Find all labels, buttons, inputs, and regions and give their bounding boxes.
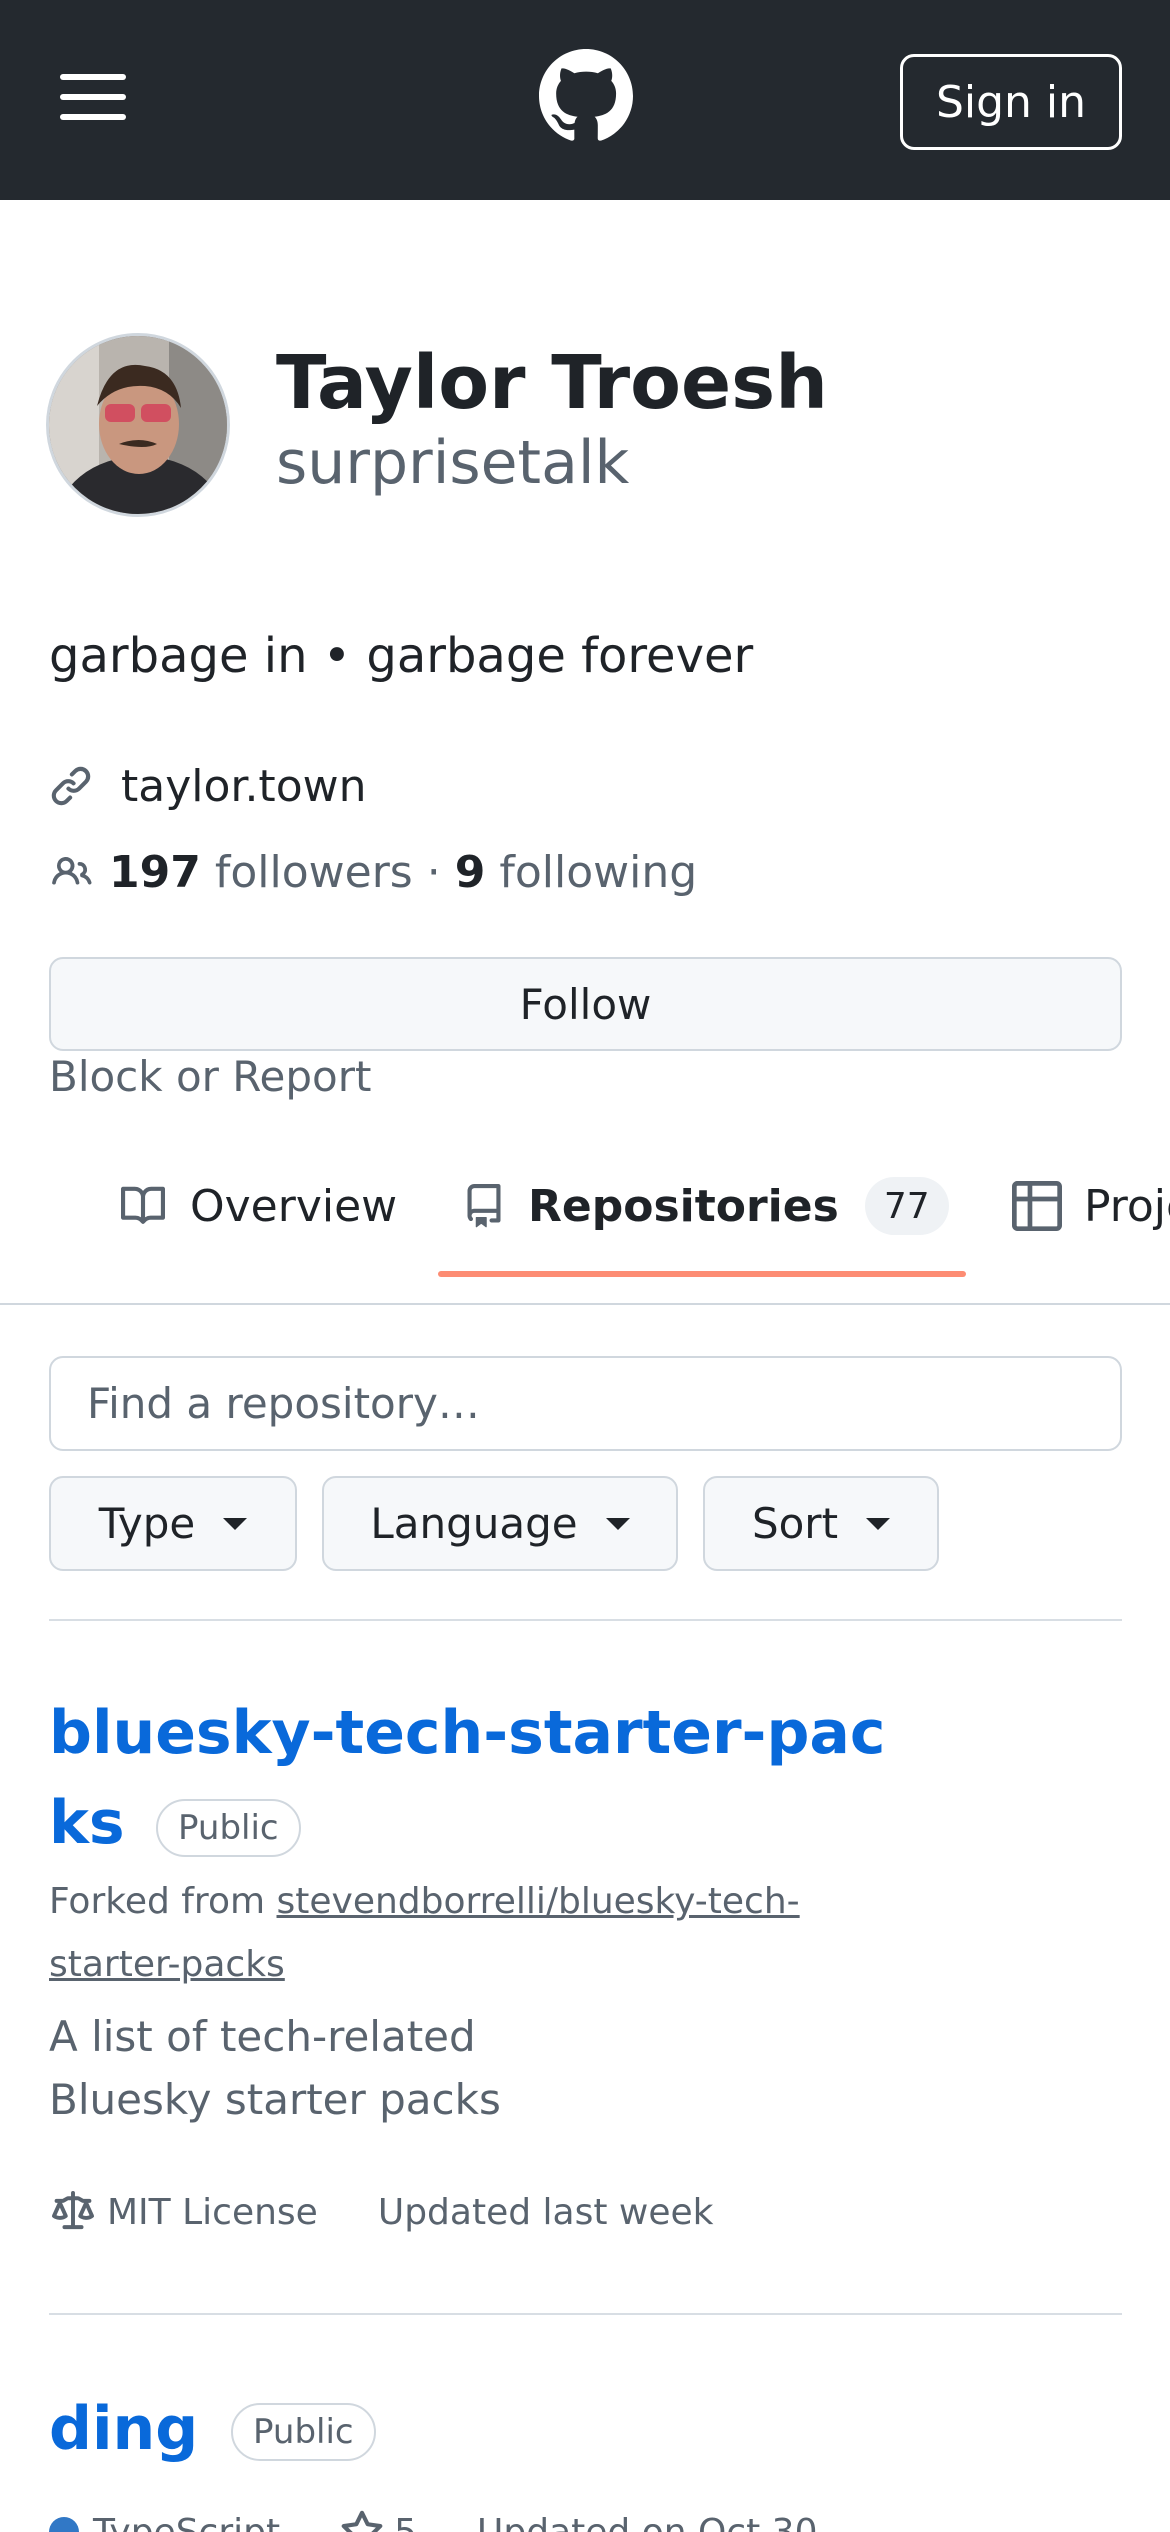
tab-projects[interactable]: Projects [1012, 1156, 1170, 1256]
repo-description: A list of tech-related [49, 2012, 476, 2061]
tab-repositories[interactable]: Repositories 77 [462, 1156, 949, 1256]
language-filter-dropdown[interactable]: Language [322, 1476, 678, 1571]
repo-meta: MIT License Updated last week [49, 2182, 713, 2242]
followers-label[interactable]: followers [215, 847, 413, 898]
caret-down-icon [223, 1517, 248, 1530]
selected-tab-indicator [438, 1271, 966, 1277]
table-icon [1012, 1181, 1062, 1231]
repo-meta: TypeScript 5 Updated on Oct 30 [49, 2502, 817, 2532]
block-or-report-link[interactable]: Block or Report [49, 1052, 372, 1101]
profile-name: Taylor Troesh [276, 340, 828, 426]
repo-name-link[interactable]: bluesky-tech-starter-pac [49, 1698, 885, 1768]
type-filter-dropdown[interactable]: Type [49, 1476, 297, 1571]
followers-count[interactable]: 197 [109, 847, 201, 898]
language-label: TypeScript [93, 2511, 281, 2532]
repo-name-link-continued[interactable]: ks [49, 1788, 125, 1858]
tab-projects-label: Projects [1084, 1180, 1170, 1232]
hamburger-menu-icon[interactable] [60, 72, 126, 122]
follow-button[interactable]: Follow [49, 957, 1122, 1051]
star-count[interactable]: 5 [394, 2512, 417, 2532]
license-label[interactable]: MIT License [107, 2192, 318, 2233]
language-filter-label: Language [370, 1499, 578, 1548]
website-link[interactable]: taylor.town [121, 761, 366, 812]
repo-name-link[interactable]: ding [49, 2394, 198, 2464]
profile-bio: garbage in • garbage forever [49, 628, 754, 684]
list-divider [49, 2313, 1122, 2315]
find-repository-input[interactable] [49, 1356, 1122, 1451]
caret-down-icon [866, 1517, 891, 1530]
list-divider [49, 1619, 1122, 1621]
forked-from-prefix: Forked from [49, 1881, 266, 1922]
forked-from-line: Forked from stevendborrelli/bluesky-tech… [49, 1881, 800, 1922]
repositories-count-badge: 77 [864, 1177, 949, 1235]
following-count[interactable]: 9 [455, 847, 486, 898]
profile-website[interactable]: taylor.town [49, 756, 366, 816]
type-filter-label: Type [98, 1499, 196, 1548]
avatar-photo [49, 336, 227, 514]
link-icon [51, 766, 91, 806]
avatar[interactable] [46, 333, 230, 517]
profile-username: surprisetalk [276, 428, 630, 498]
repo-description-continued: Bluesky starter packs [49, 2075, 501, 2124]
forked-from-link-continued[interactable]: starter-packs [49, 1944, 285, 1985]
tab-repositories-label: Repositories [528, 1180, 839, 1232]
people-icon [52, 856, 92, 885]
book-icon [121, 1186, 166, 1224]
separator-dot: · [426, 846, 441, 898]
tabs-divider [0, 1303, 1170, 1305]
top-header: Sign in [0, 0, 1170, 200]
visibility-badge: Public [156, 1799, 301, 1857]
tab-overview-label: Overview [190, 1180, 398, 1232]
profile-tabs: Overview Repositories 77 Projects [0, 1156, 1170, 1306]
forked-from-link[interactable]: stevendborrelli/bluesky-tech- [277, 1881, 800, 1922]
law-scale-icon [52, 2191, 94, 2230]
visibility-badge: Public [231, 2403, 376, 2461]
sign-in-button[interactable]: Sign in [900, 54, 1122, 150]
language-color-dot [49, 2517, 79, 2532]
updated-label: Updated last week [377, 2191, 714, 2233]
follow-stats: 197 followers · 9 following [49, 842, 697, 902]
repo-icon [467, 1184, 501, 1228]
updated-label: Updated on Oct 30 [477, 2511, 818, 2532]
following-label[interactable]: following [499, 847, 697, 898]
github-logo-icon[interactable] [539, 49, 633, 143]
forked-from-line-continued: starter-packs [49, 1944, 285, 1985]
caret-down-icon [605, 1517, 630, 1530]
star-icon[interactable] [340, 2510, 384, 2532]
sort-label: Sort [751, 1499, 839, 1548]
sort-dropdown[interactable]: Sort [703, 1476, 939, 1571]
tab-overview[interactable]: Overview [118, 1156, 397, 1256]
